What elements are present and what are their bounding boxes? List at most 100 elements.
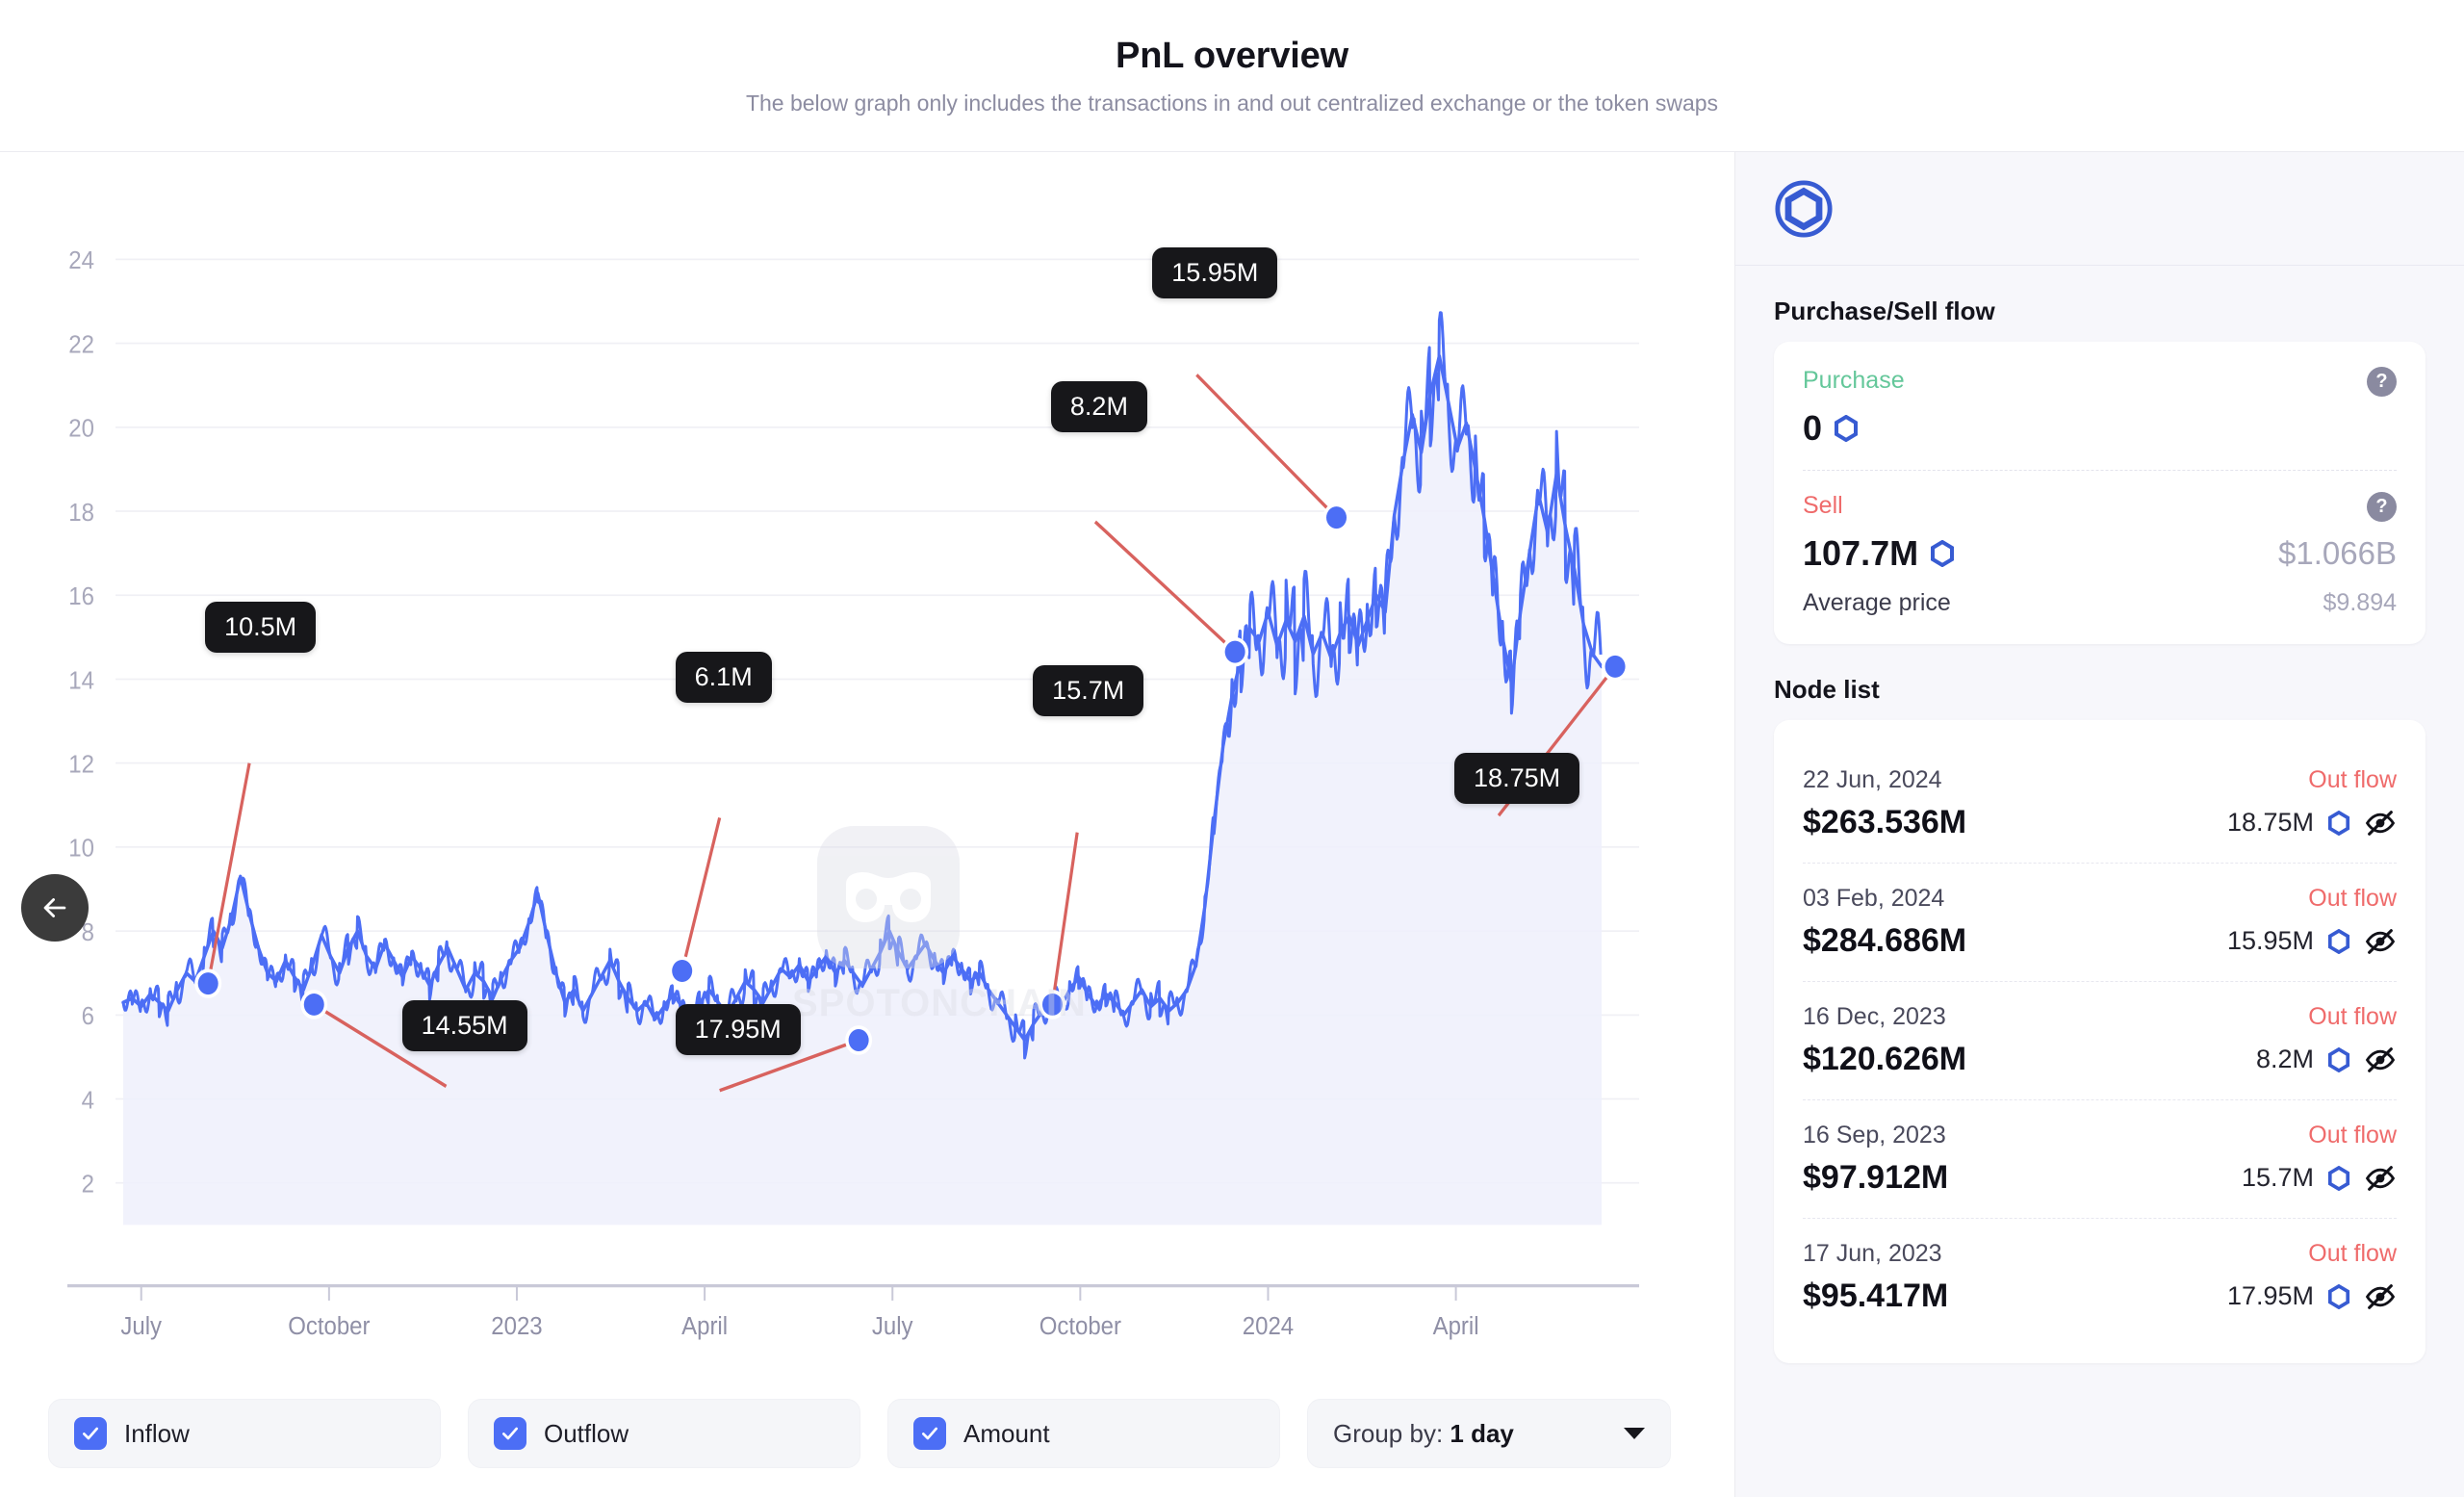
purchase-amount-group: 0: [1803, 408, 1859, 449]
chart-controls-bar: Inflow Outflow Amount Group by: 1 day: [0, 1391, 1734, 1497]
node-visibility-toggle[interactable]: [2364, 807, 2397, 839]
chainlink-token-icon: [1775, 179, 1833, 238]
node-list-row[interactable]: 03 Feb, 2024 Out flow $284.686M 15.95M: [1803, 863, 2397, 981]
back-button[interactable]: [21, 874, 89, 942]
inflow-checkbox[interactable]: [74, 1417, 107, 1450]
x-axis-tick-label: October: [1040, 1312, 1121, 1340]
annotation-point[interactable]: [303, 993, 324, 1016]
annotation-leader-line: [1050, 832, 1079, 1005]
chainlink-hex-icon: [1930, 540, 1955, 567]
y-axis-tick-label: 4: [82, 1086, 94, 1114]
chart-annotation-label[interactable]: 10.5M: [205, 602, 317, 654]
node-date: 16 Dec, 2023: [1803, 1003, 1946, 1030]
page-subtitle: The below graph only includes the transa…: [745, 90, 1719, 116]
node-usd-value: $284.686M: [1803, 922, 1967, 959]
chainlink-hex-icon-wrap: [2327, 1283, 2350, 1309]
chainlink-hex-icon: [2327, 1165, 2350, 1191]
sell-label: Sell: [1803, 492, 1843, 519]
y-axis-tick-label: 12: [68, 751, 94, 779]
x-axis-tick-label: July: [872, 1312, 913, 1340]
sidebar-scroll[interactable]: Purchase/Sell flow Purchase ? 0 Sell ? 1…: [1735, 266, 2464, 1497]
y-axis-tick-label: 24: [68, 246, 94, 274]
annotation-point[interactable]: [1326, 506, 1348, 529]
purchase-help-icon[interactable]: ?: [2367, 367, 2397, 397]
chart-annotation-label[interactable]: 17.95M: [675, 1004, 801, 1056]
eye-off-icon: [2365, 1165, 2396, 1191]
check-icon: [83, 1427, 98, 1440]
chart-annotation-label[interactable]: 15.95M: [1152, 246, 1278, 298]
node-visibility-toggle[interactable]: [2364, 1280, 2397, 1313]
chainlink-hex-icon: [2327, 810, 2350, 836]
purchase-label: Purchase: [1803, 367, 1905, 394]
eye-off-icon: [2365, 928, 2396, 954]
y-axis-tick-label: 14: [68, 666, 94, 694]
group-by-value: 1 day: [1450, 1418, 1514, 1448]
y-axis-tick-label: 2: [82, 1171, 94, 1199]
node-token-qty: 18.75M: [2226, 808, 2314, 837]
chainlink-hex-icon: [2327, 928, 2350, 954]
node-date: 03 Feb, 2024: [1803, 885, 1945, 912]
y-axis-tick-label: 16: [68, 582, 94, 610]
annotation-point[interactable]: [672, 960, 693, 983]
group-by-dropdown[interactable]: Group by: 1 day: [1307, 1399, 1671, 1468]
annotation-point[interactable]: [1224, 640, 1245, 663]
x-axis-tick-label: July: [120, 1312, 162, 1340]
sell-help-icon[interactable]: ?: [2367, 492, 2397, 522]
annotation-point[interactable]: [197, 972, 218, 995]
amount-toggle[interactable]: Amount: [887, 1399, 1280, 1468]
chart-area: SPOTONCHAIN 2 4 6 8 10 12 14 16 18 20 22 24 July Octo…: [0, 152, 1734, 1391]
node-visibility-toggle[interactable]: [2364, 1044, 2397, 1076]
chart-annotation-label[interactable]: 18.75M: [1454, 753, 1580, 805]
outflow-checkbox[interactable]: [494, 1417, 526, 1450]
node-list-row[interactable]: 17 Jun, 2023 Out flow $95.417M 17.95M: [1803, 1218, 2397, 1336]
chainlink-hex-icon-wrap: [2327, 1165, 2350, 1191]
node-token-qty: 17.95M: [2226, 1281, 2314, 1310]
node-token-qty: 15.7M: [2241, 1163, 2314, 1192]
inflow-label: Inflow: [124, 1418, 190, 1448]
chart-annotation-label[interactable]: 15.7M: [1033, 665, 1144, 717]
sell-usd: $1.066B: [2278, 535, 2397, 571]
annotation-leader-line: [1195, 374, 1338, 519]
chart-annotation-label[interactable]: 8.2M: [1050, 381, 1147, 433]
chainlink-hex-icon-wrap: [2327, 1046, 2350, 1072]
average-price-label: Average price: [1803, 589, 1951, 616]
inflow-toggle[interactable]: Inflow: [48, 1399, 441, 1468]
chevron-down-icon: [1624, 1428, 1645, 1439]
node-list-card: 22 Jun, 2024 Out flow $263.536M 18.75M 03 Fe…: [1774, 720, 2426, 1363]
node-usd-value: $263.536M: [1803, 804, 1967, 840]
pnl-overview-page: PnL overview The below graph only includ…: [0, 0, 2464, 1497]
y-axis-tick-label: 22: [68, 330, 94, 358]
sell-amount-group: 107.7M: [1803, 533, 1955, 574]
sell-amount: 107.7M: [1803, 533, 1919, 573]
node-list-row[interactable]: 16 Sep, 2023 Out flow $97.912M 15.7M: [1803, 1099, 2397, 1218]
purchase-flow-block: Purchase ? 0: [1803, 367, 2397, 449]
node-usd-value: $95.417M: [1803, 1278, 1949, 1314]
x-axis-tick-label: 2024: [1243, 1312, 1294, 1340]
sell-flow-block: Sell ? 107.7M $1.066B Average price $9.8…: [1803, 470, 2397, 617]
node-date: 22 Jun, 2024: [1803, 766, 1942, 793]
annotation-point[interactable]: [1604, 655, 1626, 678]
chart-annotation-label[interactable]: 14.55M: [401, 1000, 527, 1052]
annotation-leader-line: [1093, 520, 1237, 654]
annotation-point[interactable]: [848, 1029, 869, 1051]
node-visibility-toggle[interactable]: [2364, 925, 2397, 958]
token-logo-row: [1735, 152, 2464, 266]
eye-off-icon: [2365, 1046, 2396, 1072]
outflow-toggle[interactable]: Outflow: [468, 1399, 860, 1468]
node-visibility-toggle[interactable]: [2364, 1162, 2397, 1195]
details-sidebar: Purchase/Sell flow Purchase ? 0 Sell ? 1…: [1734, 152, 2464, 1497]
chart-annotation-label[interactable]: 6.1M: [675, 652, 772, 704]
node-token-qty: 15.95M: [2226, 926, 2314, 955]
y-axis-tick-label: 18: [68, 499, 94, 527]
amount-checkbox[interactable]: [913, 1417, 946, 1450]
chart-area-fill: [123, 355, 1602, 1226]
x-axis-tick-label: October: [288, 1312, 370, 1340]
node-usd-value: $120.626M: [1803, 1041, 1967, 1077]
chainlink-hex-icon: [2327, 1046, 2350, 1072]
amount-label: Amount: [963, 1418, 1050, 1448]
node-date: 17 Jun, 2023: [1803, 1240, 1942, 1267]
annotation-point[interactable]: [1041, 993, 1063, 1016]
node-list-row[interactable]: 22 Jun, 2024 Out flow $263.536M 18.75M: [1803, 745, 2397, 863]
node-list-row[interactable]: 16 Dec, 2023 Out flow $120.626M 8.2M: [1803, 981, 2397, 1099]
node-list-title: Node list: [1774, 675, 1880, 704]
